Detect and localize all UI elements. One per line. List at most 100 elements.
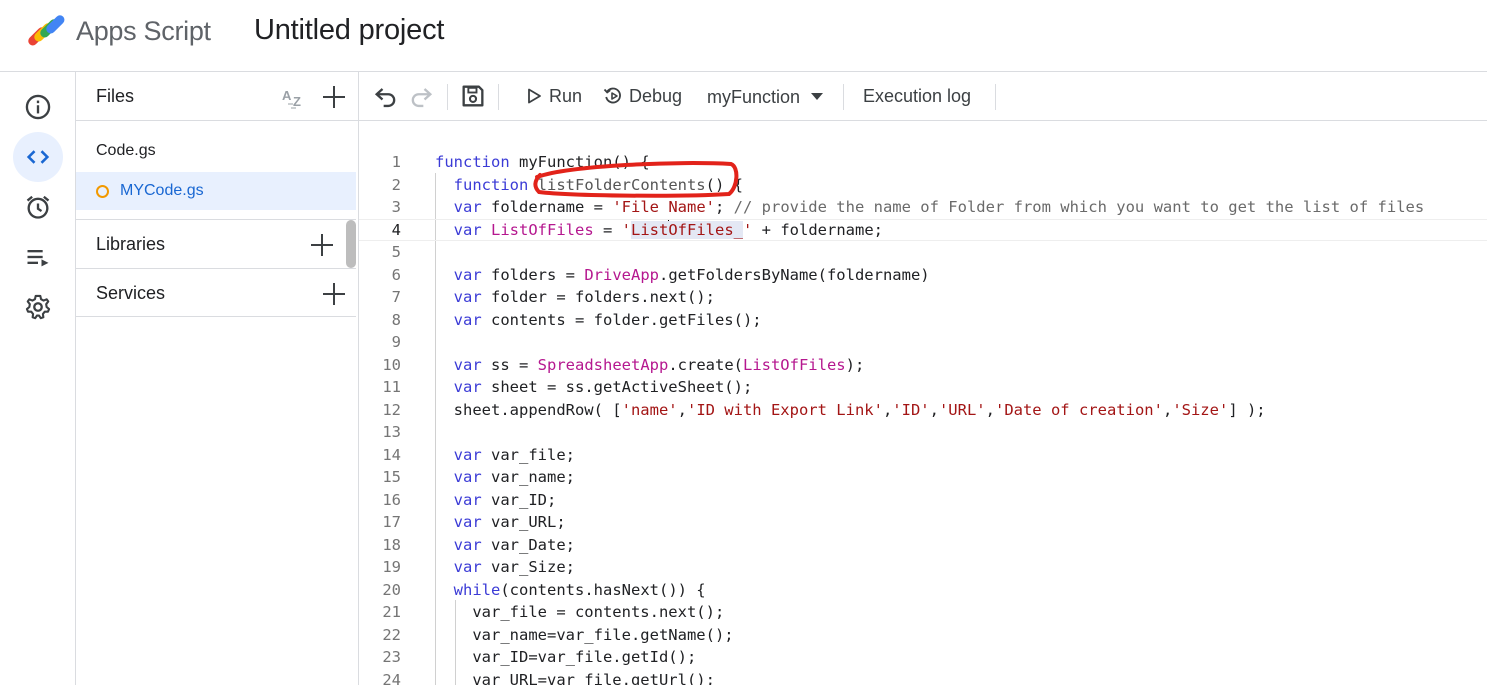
line-number: 20: [382, 580, 401, 599]
line-number: 4: [391, 220, 401, 239]
code-line[interactable]: 22 var_name=var_file.getName();: [359, 624, 1487, 647]
code-line[interactable]: 9: [359, 331, 1487, 354]
code-line[interactable]: 7 var folder = folders.next();: [359, 286, 1487, 309]
function-select-value: myFunction: [707, 87, 801, 107]
code-line[interactable]: 20 while(contents.hasNext()) {: [359, 579, 1487, 602]
line-number: 16: [382, 490, 401, 509]
code-text: var folder = folders.next();: [453, 288, 715, 306]
toolbar-divider: [447, 84, 448, 110]
code-line[interactable]: 13: [359, 421, 1487, 444]
files-header: Files A Z: [76, 72, 358, 121]
editor-button[interactable]: [13, 132, 63, 182]
code-line[interactable]: 8 var contents = folder.getFiles();: [359, 309, 1487, 332]
line-number: 24: [382, 670, 401, 685]
code-line[interactable]: 6 var folders = DriveApp.getFoldersByNam…: [359, 264, 1487, 287]
unsaved-indicator-icon: [96, 185, 109, 198]
code-text: var_ID=var_file.getId();: [435, 648, 697, 666]
code-text: while(contents.hasNext()) {: [453, 580, 706, 599]
code-text: var var_ID;: [453, 490, 557, 509]
file-name: MYCode.gs: [120, 182, 204, 199]
code-text: var var_name;: [453, 468, 575, 486]
function-select[interactable]: myFunction: [699, 78, 833, 114]
code-line[interactable]: 3 var foldername = 'File Name'; // provi…: [359, 196, 1487, 219]
line-number: 22: [382, 625, 401, 644]
code-text: var contents = folder.getFiles();: [453, 310, 762, 329]
code-line[interactable]: 14 var var_file;: [359, 444, 1487, 467]
files-title: Files: [96, 86, 135, 106]
code-text: var var_Date;: [453, 535, 575, 554]
project-title[interactable]: Untitled project: [254, 14, 444, 47]
code-line[interactable]: 21 var_file = contents.next();: [359, 601, 1487, 624]
red-annotation-ellipse: [533, 161, 739, 198]
settings-button[interactable]: [13, 282, 63, 332]
code-line[interactable]: 4 var ListOfFiles = 'ListOfFiles_' + fol…: [359, 218, 1487, 241]
code-text: var sheet = ss.getActiveSheet();: [453, 378, 753, 396]
save-icon[interactable]: [459, 82, 487, 110]
code-line[interactable]: 24 var_URL=var_file.getUrl();: [359, 669, 1487, 685]
sort-az-icon[interactable]: A Z: [280, 84, 308, 112]
line-number: 14: [382, 445, 401, 464]
toolbar-divider: [498, 84, 499, 110]
code-line[interactable]: 10 var ss = SpreadsheetApp.create(ListOf…: [359, 354, 1487, 377]
add-library-button[interactable]: [308, 231, 336, 259]
code-line[interactable]: 18 var var_Date;: [359, 534, 1487, 557]
editor-toolbar: Run Debug myFunction Execution log: [359, 72, 1487, 121]
code-line[interactable]: 11 var sheet = ss.getActiveSheet();: [359, 376, 1487, 399]
dropdown-arrow-icon: [811, 93, 823, 100]
triggers-button[interactable]: [13, 182, 63, 232]
execution-log-button[interactable]: Execution log: [855, 78, 983, 114]
line-number: 8: [391, 310, 401, 329]
add-service-button[interactable]: [320, 280, 348, 308]
add-file-button[interactable]: [320, 83, 348, 111]
debug-label: Debug: [629, 86, 683, 106]
info-icon: [25, 94, 51, 120]
line-number: 9: [391, 333, 401, 351]
run-button[interactable]: Run: [519, 78, 587, 114]
code-text: sheet.appendRow( ['name','ID with Export…: [435, 400, 1266, 419]
code-line[interactable]: 15 var var_name;: [359, 466, 1487, 489]
file-item-code-gs[interactable]: Code.gs: [76, 132, 356, 170]
code-text: var_file = contents.next();: [435, 603, 725, 621]
play-icon: [528, 88, 541, 104]
line-number: 13: [382, 423, 401, 441]
file-item-mycode-gs[interactable]: MYCode.gs: [76, 172, 356, 210]
line-number: 18: [382, 535, 401, 554]
code-text: var var_file;: [453, 445, 575, 464]
code-line[interactable]: 1 function myFunction() {: [359, 151, 1487, 174]
executions-button[interactable]: [13, 232, 63, 282]
libraries-label: Libraries: [96, 234, 166, 254]
code-text: var ListOfFiles = 'ListOfFiles_' + folde…: [453, 219, 883, 239]
app-header: Apps Script Untitled project: [0, 0, 1487, 72]
overview-button[interactable]: [13, 82, 63, 132]
code-text: var folders = DriveApp.getFoldersByName(…: [453, 265, 930, 284]
code-line[interactable]: 16 var var_ID;: [359, 489, 1487, 512]
line-number: 10: [382, 355, 401, 374]
run-label: Run: [549, 86, 583, 106]
code-icon: [26, 150, 50, 164]
redo-icon[interactable]: [407, 82, 435, 110]
code-line[interactable]: 5: [359, 241, 1487, 264]
toolbar-divider: [995, 84, 996, 110]
code-line[interactable]: 19 var var_Size;: [359, 556, 1487, 579]
code-line[interactable]: 12 sheet.appendRow( ['name','ID with Exp…: [359, 399, 1487, 422]
line-number: 12: [382, 400, 401, 419]
code-line[interactable]: 23 var_ID=var_file.getId();: [359, 646, 1487, 669]
line-number: 2: [391, 175, 401, 194]
code-line[interactable]: 17 var var_URL;: [359, 511, 1487, 534]
code-editor[interactable]: 1 function myFunction() {2 function listF…: [359, 121, 1487, 685]
apps-script-logo[interactable]: [24, 12, 68, 48]
app-name: Apps Script: [76, 16, 211, 46]
debug-button[interactable]: Debug: [597, 78, 689, 114]
line-number: 5: [391, 243, 401, 261]
services-section: Services: [76, 268, 356, 317]
line-number: 15: [382, 468, 401, 486]
left-nav-rail: [0, 72, 76, 685]
line-number: 1: [391, 153, 401, 171]
undo-icon[interactable]: [372, 82, 400, 110]
files-scrollbar[interactable]: [346, 220, 356, 268]
line-number: 21: [382, 603, 401, 621]
file-name: Code.gs: [96, 142, 156, 159]
services-label: Services: [96, 283, 166, 303]
line-number: 23: [382, 648, 401, 666]
code-line[interactable]: 2 function listFolderContents() {: [359, 174, 1487, 197]
